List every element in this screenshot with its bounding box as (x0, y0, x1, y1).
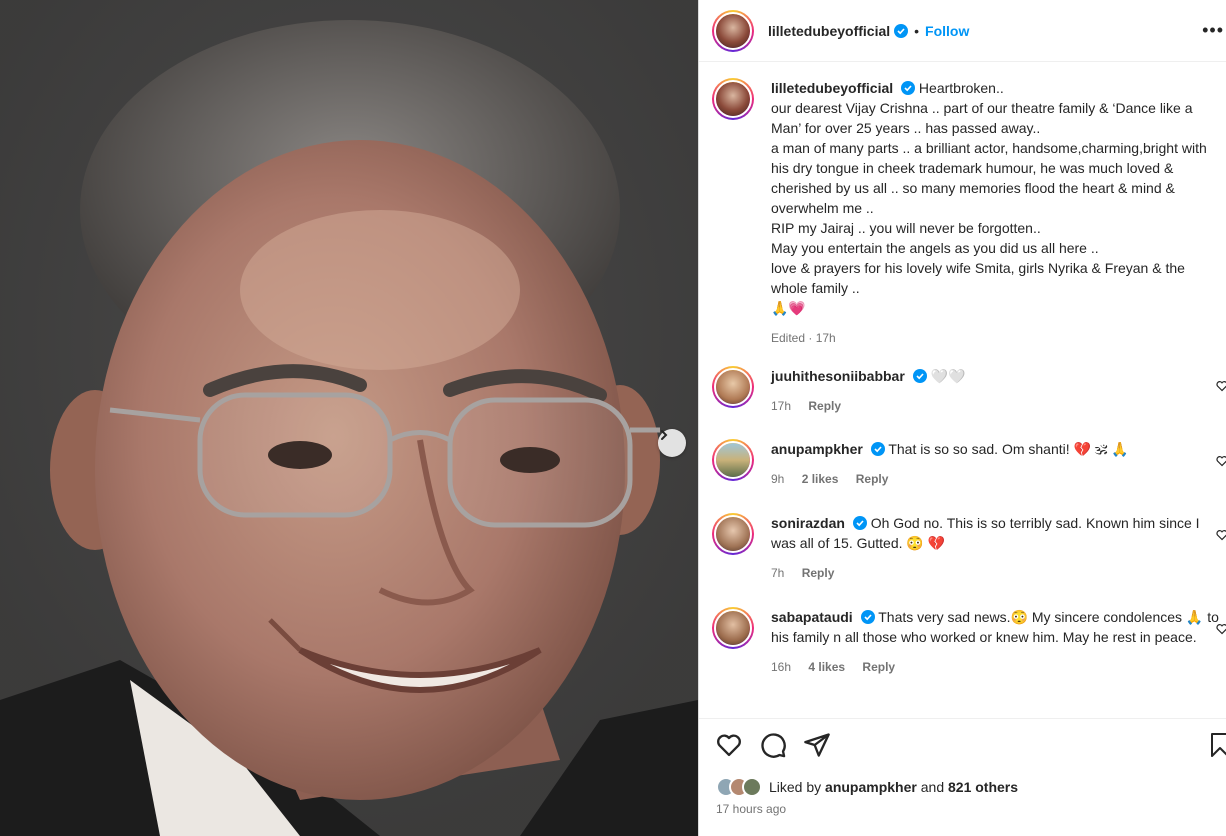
caption-avatar[interactable] (712, 78, 754, 120)
post-header: lilletedubeyofficial • Follow ••• (699, 0, 1226, 62)
caption-text: Heartbroken.. our dearest Vijay Crishna … (771, 80, 1207, 316)
comment-username[interactable]: sonirazdan (771, 515, 845, 531)
comment-time: 7h (771, 566, 785, 580)
reply-button[interactable]: Reply (802, 566, 835, 580)
comments-scroll-area[interactable]: lilletedubeyofficial Heartbroken.. our d… (699, 62, 1226, 718)
bookmark-icon (1211, 733, 1226, 757)
follow-button[interactable]: Follow (925, 23, 969, 39)
comment-text: That is so so sad. Om shanti! 💔 🕉 🙏 (888, 441, 1129, 457)
verified-badge-icon (894, 23, 909, 38)
liked-by-label: Liked by (769, 779, 822, 795)
likes-summary: Liked by anupampkher and 821 others (716, 777, 1018, 797)
verified-badge-icon (860, 610, 875, 624)
like-comment-heart-icon[interactable] (1216, 623, 1226, 635)
commenter-avatar[interactable] (712, 439, 754, 481)
liked-others-count[interactable]: 821 others (948, 779, 1018, 795)
share-button[interactable] (803, 731, 833, 761)
like-comment-heart-icon[interactable] (1216, 380, 1226, 392)
post-actions: Liked by anupampkher and 821 others 17 h… (699, 718, 1226, 836)
chevron-right-icon (661, 430, 668, 440)
caption-username[interactable]: lilletedubeyofficial (771, 80, 893, 96)
like-comment-heart-icon[interactable] (1216, 529, 1226, 541)
post-media (0, 0, 698, 836)
comment-item: sabapataudi Thats very sad news.😳 My sin… (712, 607, 1226, 677)
comment-username[interactable]: sabapataudi (771, 609, 853, 625)
like-comment-heart-icon[interactable] (1216, 455, 1226, 467)
like-button[interactable] (715, 731, 745, 761)
commenter-avatar[interactable] (712, 513, 754, 555)
comment-time: 17h (771, 399, 792, 413)
comment-item: sonirazdan Oh God no. This is so terribl… (712, 513, 1226, 583)
portrait-photo (0, 0, 698, 836)
author-username[interactable]: lilletedubeyofficial (768, 23, 890, 39)
commenter-avatar[interactable] (712, 607, 754, 649)
reply-button[interactable]: Reply (862, 660, 895, 674)
liker-avatar (742, 777, 762, 797)
comment-likes[interactable]: 4 likes (808, 660, 845, 674)
comment-time: 16h (771, 660, 792, 674)
liked-and-label: and (920, 779, 945, 795)
verified-badge-icon (870, 442, 885, 456)
caption: lilletedubeyofficial Heartbroken.. our d… (712, 78, 1222, 348)
separator-dot: • (914, 22, 920, 39)
send-icon (804, 733, 830, 757)
reply-button[interactable]: Reply (808, 399, 841, 413)
comment-username[interactable]: anupampkher (771, 441, 863, 457)
verified-badge-icon (912, 369, 927, 383)
save-button[interactable] (1208, 731, 1226, 761)
reply-button[interactable]: Reply (856, 472, 889, 486)
commenter-avatar[interactable] (712, 366, 754, 408)
comment-text: 🤍🤍 (930, 368, 966, 384)
comment-item: anupampkher That is so so sad. Om shanti… (712, 439, 1226, 489)
comment-item: juuhithesoniibabbar 🤍🤍 17h Reply (712, 366, 1226, 416)
comment-button[interactable] (759, 731, 789, 761)
comment-username[interactable]: juuhithesoniibabbar (771, 368, 905, 384)
comment-icon (761, 733, 786, 758)
author-avatar[interactable] (712, 9, 754, 52)
post-sidebar: lilletedubeyofficial • Follow ••• lillet… (699, 0, 1226, 836)
comment-time: 9h (771, 472, 785, 486)
heart-icon (717, 734, 741, 757)
liked-by-user[interactable]: anupampkher (825, 779, 917, 795)
caption-edited-time: Edited · 17h (771, 331, 836, 345)
more-options-icon[interactable]: ••• (1202, 20, 1224, 41)
comment-likes[interactable]: 2 likes (802, 472, 839, 486)
verified-badge-icon (901, 81, 916, 95)
post-timestamp[interactable]: 17 hours ago (716, 802, 786, 816)
verified-badge-icon (852, 516, 867, 530)
next-image-button[interactable] (658, 429, 686, 457)
